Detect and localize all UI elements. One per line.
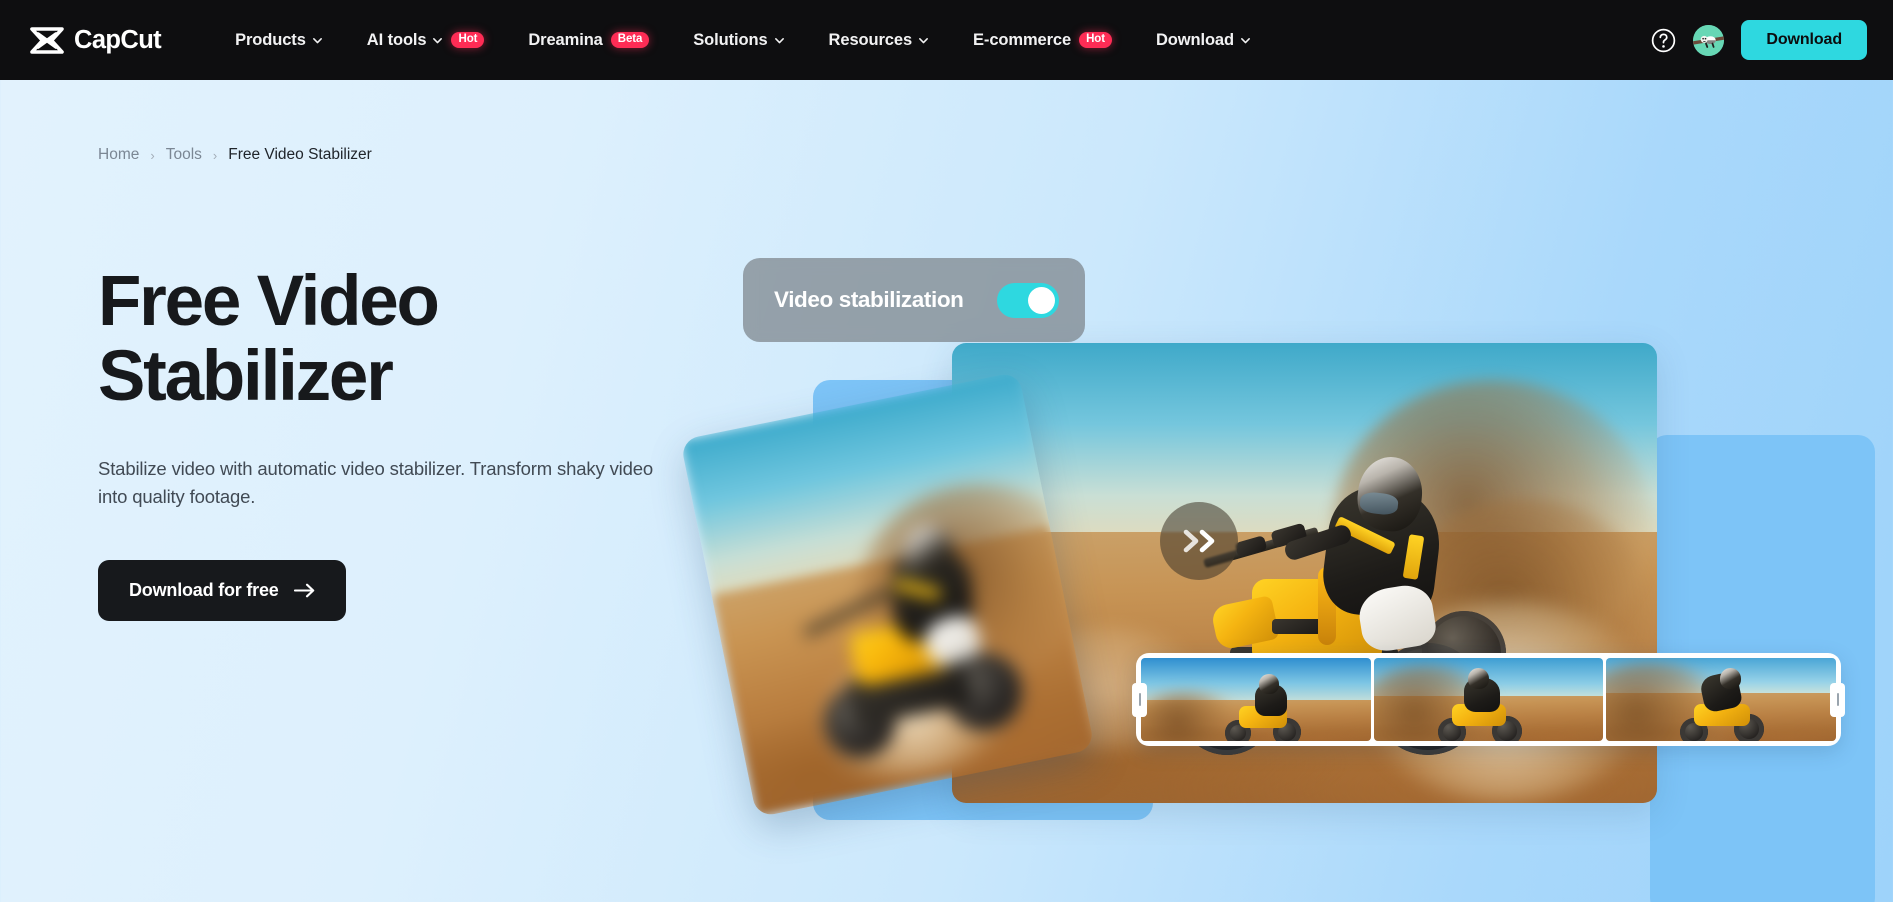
rider-helmet	[1467, 668, 1489, 689]
page-body: Home › Tools › Free Video Stabilizer Fre…	[0, 80, 1893, 902]
hero-subtitle: Stabilize video with automatic video sta…	[98, 457, 654, 507]
timeline-filmstrip[interactable]	[1132, 653, 1845, 746]
nav-right-actions: Download	[1651, 20, 1867, 60]
nav-label: Resources	[828, 30, 913, 49]
question-circle-icon[interactable]	[1651, 28, 1676, 53]
trim-handle-right-icon[interactable]	[1830, 682, 1845, 717]
desert-scene-thumb	[1606, 658, 1837, 741]
breadcrumb-home[interactable]: Home	[98, 146, 139, 164]
desert-scene-thumb	[1373, 658, 1604, 741]
switch-knob	[1028, 286, 1055, 314]
stabilization-switch[interactable]	[997, 282, 1059, 318]
trim-handle-left-icon[interactable]	[1132, 682, 1147, 717]
air-intake	[1272, 619, 1324, 634]
before-after-compare-divider[interactable]	[1160, 502, 1238, 580]
arrow-right-icon	[293, 583, 314, 598]
nav-item-ecommerce[interactable]: E-commerce Hot	[951, 21, 1134, 60]
download-for-free-button[interactable]: Download for free	[98, 559, 346, 621]
double-chevron-right-icon	[1183, 529, 1215, 553]
atv-quad-bike	[1434, 668, 1530, 741]
nav-label: Download	[1155, 30, 1234, 49]
breadcrumb-current: Free Video Stabilizer	[228, 146, 372, 163]
hero-preview-artwork: 69	[680, 180, 1893, 902]
nav-label: Solutions	[693, 30, 768, 49]
download-button[interactable]: Download	[1741, 20, 1867, 60]
page-title-line-2: Stabilizer	[98, 337, 394, 417]
badge-hot: Hot	[1079, 31, 1112, 49]
atv-quad-bike	[1219, 674, 1311, 741]
badge-beta: Beta	[610, 31, 650, 49]
nav-label: AI tools	[366, 30, 427, 49]
timeline-thumbnail[interactable]	[1141, 658, 1371, 741]
main-menu: Products AI tools Hot Dreamina Beta Solu…	[213, 21, 1273, 60]
video-stabilization-toggle-card[interactable]: Video stabilization	[743, 258, 1085, 342]
rider-helmet	[1259, 674, 1279, 694]
chevron-down-icon	[919, 37, 928, 43]
nav-label: Dreamina	[528, 30, 603, 49]
breadcrumb-separator-icon: ›	[212, 147, 218, 163]
nav-item-download[interactable]: Download	[1134, 21, 1273, 60]
nav-item-resources[interactable]: Resources	[807, 21, 951, 60]
badge-hot: Hot	[451, 31, 485, 49]
hero-text-block: Free Video Stabilizer Stabilize video wi…	[98, 264, 778, 621]
top-navigation-bar: CapCut Products AI tools Hot Dreamina Be…	[0, 0, 1893, 80]
breadcrumb-separator-icon: ›	[150, 147, 155, 163]
breadcrumb-tools[interactable]: Tools	[166, 146, 202, 164]
user-avatar[interactable]	[1693, 24, 1725, 56]
page-title: Free Video Stabilizer	[98, 264, 778, 415]
capcut-logo-icon	[30, 26, 64, 54]
nav-item-dreamina[interactable]: Dreamina Beta	[506, 21, 671, 60]
atv-quad-bike	[1678, 668, 1774, 741]
timeline-thumbnail[interactable]	[1373, 658, 1604, 741]
chevron-down-icon	[433, 37, 443, 43]
user-avatar-sloth-icon	[1693, 24, 1725, 56]
desert-scene-thumb	[1141, 658, 1371, 741]
nav-item-products[interactable]: Products	[213, 21, 345, 60]
capcut-logo[interactable]: CapCut	[30, 25, 162, 55]
breadcrumb: Home › Tools › Free Video Stabilizer	[98, 146, 372, 164]
nav-label: Products	[235, 30, 306, 49]
cta-label: Download for free	[129, 579, 279, 600]
page-title-line-1: Free Video	[98, 262, 440, 341]
nav-label: E-commerce	[973, 30, 1072, 49]
toggle-label: Video stabilization	[774, 287, 964, 312]
atv-quad-bike-blurred	[800, 522, 1051, 765]
brand-name: CapCut	[74, 25, 162, 54]
chevron-down-icon	[1241, 37, 1250, 43]
rider-helmet	[1720, 668, 1742, 689]
chevron-down-icon	[774, 37, 784, 43]
nav-item-solutions[interactable]: Solutions	[671, 21, 806, 60]
chevron-down-icon	[312, 37, 322, 43]
nav-item-ai-tools[interactable]: AI tools Hot	[345, 21, 507, 60]
timeline-thumbnail[interactable]	[1606, 658, 1837, 741]
